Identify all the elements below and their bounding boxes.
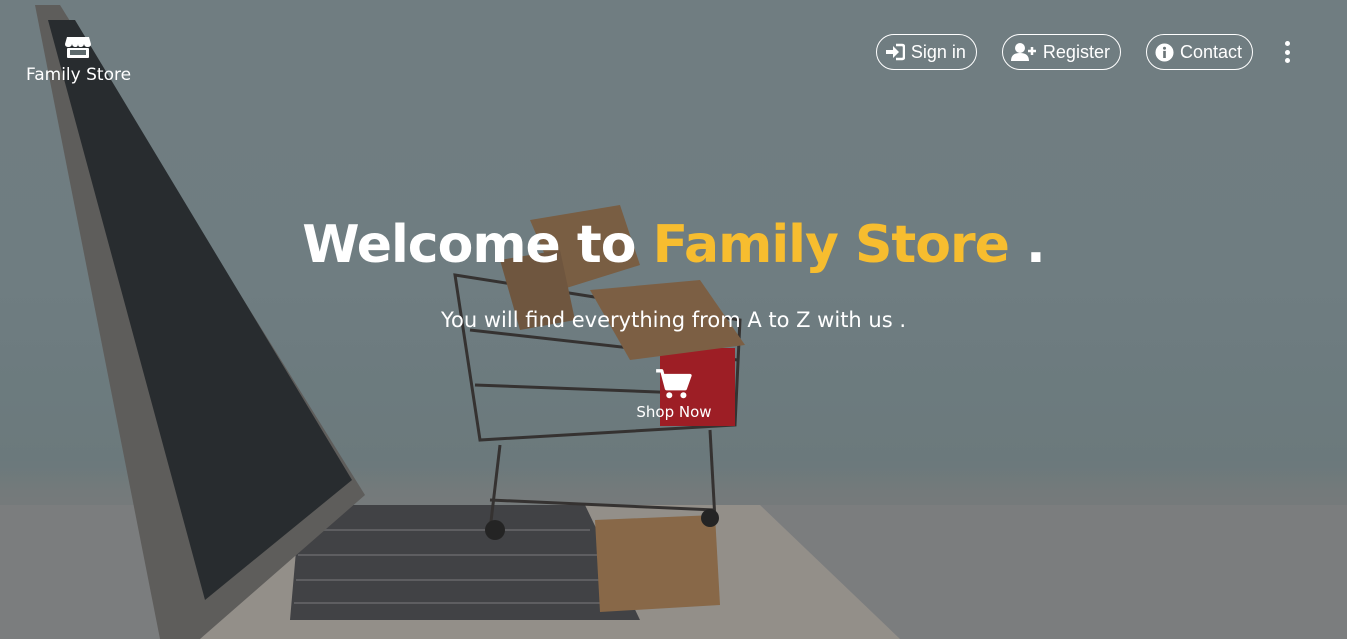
register-label: Register xyxy=(1042,41,1110,62)
sign-in-button[interactable]: Sign in xyxy=(875,34,977,70)
headline-prefix: Welcome to xyxy=(302,215,636,275)
top-nav: Sign in Register Contact xyxy=(851,34,1291,70)
info-icon xyxy=(1155,42,1174,62)
store-icon xyxy=(65,37,91,58)
shopping-cart-icon xyxy=(656,369,692,399)
hero-subtitle: You will find everything from A to Z wit… xyxy=(440,308,907,332)
contact-button[interactable]: Contact xyxy=(1145,34,1253,70)
shop-now-button[interactable]: Shop Now xyxy=(624,368,724,421)
headline-accent: Family Store xyxy=(652,215,1010,275)
sign-in-icon xyxy=(885,43,905,61)
page-title: Welcome to Family Store . xyxy=(0,215,1347,275)
headline-suffix: . xyxy=(1026,215,1046,275)
brand-name: Family Store xyxy=(26,65,132,85)
user-plus-icon xyxy=(1010,43,1036,61)
shop-now-label: Shop Now xyxy=(636,403,712,421)
contact-label: Contact xyxy=(1179,41,1242,62)
sign-in-label: Sign in xyxy=(910,41,966,62)
brand-logo[interactable]: Family Store xyxy=(26,35,132,85)
more-vertical-icon[interactable] xyxy=(1283,41,1291,63)
register-button[interactable]: Register xyxy=(1001,34,1121,70)
